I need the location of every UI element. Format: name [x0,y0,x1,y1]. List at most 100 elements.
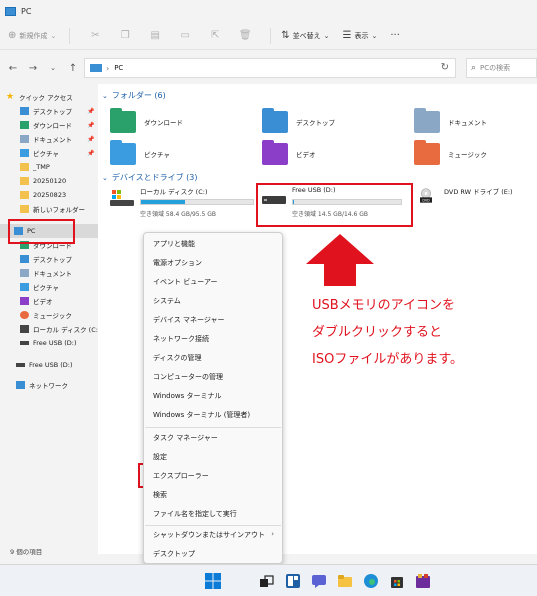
divider [69,27,71,44]
menu-item-device-manager[interactable]: デバイス マネージャー [153,315,225,325]
local-disk-icon [110,190,134,206]
more-icon: ··· [390,30,400,41]
sidebar-item-label: Free USB (D:) [29,361,73,369]
sort-button[interactable]: ⇅ 並べ替え ⌄ [281,30,332,41]
new-button[interactable]: ⊕ 新規作成 ⌄ [8,30,59,41]
svg-text:DVD: DVD [422,198,430,202]
folder-pictures[interactable]: ピクチャ [110,140,170,168]
rename-icon[interactable]: ▭ [178,29,192,43]
pin-icon: 📌 [87,107,95,115]
sidebar-item-label: ビデオ [33,298,53,306]
more-button[interactable]: ··· [390,30,403,41]
pc-icon [90,64,102,72]
folder-videos[interactable]: ビデオ [262,140,316,168]
drive-icon [20,325,29,333]
menu-item-run[interactable]: ファイル名を指定して実行 [153,509,237,519]
menu-item-windows-terminal[interactable]: Windows ターミナル [153,391,221,401]
delete-icon[interactable]: 🗑 [238,29,252,43]
folder-icon [20,205,29,213]
sidebar-item-label: デスクトップ [33,256,72,264]
pictures-folder-icon [110,140,136,165]
sidebar-item-label: ドキュメント [33,136,72,144]
share-icon[interactable]: ⇱ [208,29,222,43]
sort-label: 並べ替え [292,31,321,40]
app-icon[interactable] [415,573,431,589]
view-button[interactable]: ☰ 表示 ⌄ [343,30,381,41]
drive-name: DVD RW ドライブ (E:) [444,188,513,196]
cut-icon[interactable]: ✂ [88,29,102,43]
menu-item-explorer[interactable]: エクスプローラー [153,471,209,481]
refresh-icon[interactable]: ↻ [441,62,449,73]
music-folder-icon [414,140,440,165]
desktop-folder-icon [262,108,288,133]
menu-item-shutdown-signout[interactable]: シャットダウンまたはサインアウト [153,530,265,540]
file-explorer-icon[interactable] [337,573,353,589]
drive-c[interactable]: ローカル ディスク (C:) 空き領域 58.4 GB/95.5 GB [110,184,256,224]
sidebar-item-label: ピクチャ [33,150,59,158]
sidebar-item-label: ミュージック [33,312,72,320]
music-icon [20,311,29,319]
menu-item-disk-management[interactable]: ディスクの管理 [153,353,202,363]
up-icon[interactable]: ↑ [66,63,80,74]
menu-item-computer-management[interactable]: コンピューターの管理 [153,372,223,382]
menu-divider [145,427,281,428]
folder-label: ドキュメント [448,119,487,127]
folder-documents[interactable]: ドキュメント [414,108,487,136]
document-icon [20,269,29,277]
folder-label: デスクトップ [296,119,335,127]
search-input[interactable]: ⌕ PCの検索 [466,58,537,78]
menu-item-desktop[interactable]: デスクトップ [153,549,195,559]
widgets-icon[interactable] [285,573,301,589]
status-item-count: 9 個の項目 [10,548,43,556]
video-icon [20,297,29,305]
menu-item-windows-terminal-admin[interactable]: Windows ターミナル (管理者) [153,410,250,420]
network-icon [16,381,25,389]
menu-item-search[interactable]: 検索 [153,490,167,500]
pc-icon [5,6,16,16]
folder-downloads[interactable]: ダウンロード [110,108,183,136]
paste-icon[interactable]: ▤ [148,29,162,43]
windows-start-icon[interactable] [205,573,221,589]
menu-item-settings[interactable]: 設定 [153,452,167,462]
folders-section-header[interactable]: ⌄ フォルダー (6) [102,90,166,101]
drives-section-header[interactable]: ⌄ デバイスとドライブ (3) [102,172,198,183]
search-placeholder: PCの検索 [480,64,511,72]
task-view-icon[interactable] [259,573,275,589]
forward-icon[interactable]: → [26,63,40,74]
navigation-bar: ← → ⌄ ↑ › PC ↻ ⌕ PCの検索 [0,54,537,82]
folder-desktop[interactable]: デスクトップ [262,108,335,136]
copy-icon[interactable]: ❐ [118,29,132,43]
recent-chevron-icon[interactable]: ⌄ [46,64,60,72]
store-icon[interactable] [389,573,405,589]
desktop-icon [20,255,29,263]
back-icon[interactable]: ← [6,63,20,74]
chat-icon[interactable] [311,573,327,589]
address-path: PC [114,64,124,72]
menu-item-task-manager[interactable]: タスク マネージャー [153,433,218,443]
edge-browser-icon[interactable] [363,573,379,589]
command-bar: ⊕ 新規作成 ⌄ ✂ ❐ ▤ ▭ ⇱ 🗑 ⇅ 並べ替え ⌄ ☰ 表示 ⌄ ··· [0,22,537,50]
menu-item-system[interactable]: システム [153,296,181,306]
drive-e-dvd[interactable]: DVD DVD RW ドライブ (E:) [414,184,534,224]
menu-item-event-viewer[interactable]: イベント ビューアー [153,277,218,287]
chevron-down-icon: ⌄ [102,91,108,100]
menu-item-apps-features[interactable]: アプリと機能 [153,239,195,249]
sidebar-item-label: デスクトップ [33,108,72,116]
folder-icon [20,191,29,199]
documents-folder-icon [414,108,440,133]
folder-music[interactable]: ミュージック [414,140,487,168]
folder-label: ミュージック [448,151,487,159]
sidebar-item-label: ドキュメント [33,270,72,278]
chevron-down-icon: ⌄ [323,31,330,40]
taskbar [0,564,537,596]
menu-item-network-connections[interactable]: ネットワーク接続 [153,334,209,344]
drives-header: デバイスとドライブ (3) [111,173,198,182]
desktop-icon [20,107,29,115]
menu-item-power-options[interactable]: 電源オプション [153,258,202,268]
plus-icon: ⊕ [8,30,17,41]
menu-divider [145,525,281,526]
document-icon [20,135,29,143]
address-field[interactable]: › PC ↻ [84,58,456,78]
sidebar-item-quick-access[interactable]: ★ クイック アクセス [6,90,104,104]
chevron-right-icon: › [271,530,274,538]
